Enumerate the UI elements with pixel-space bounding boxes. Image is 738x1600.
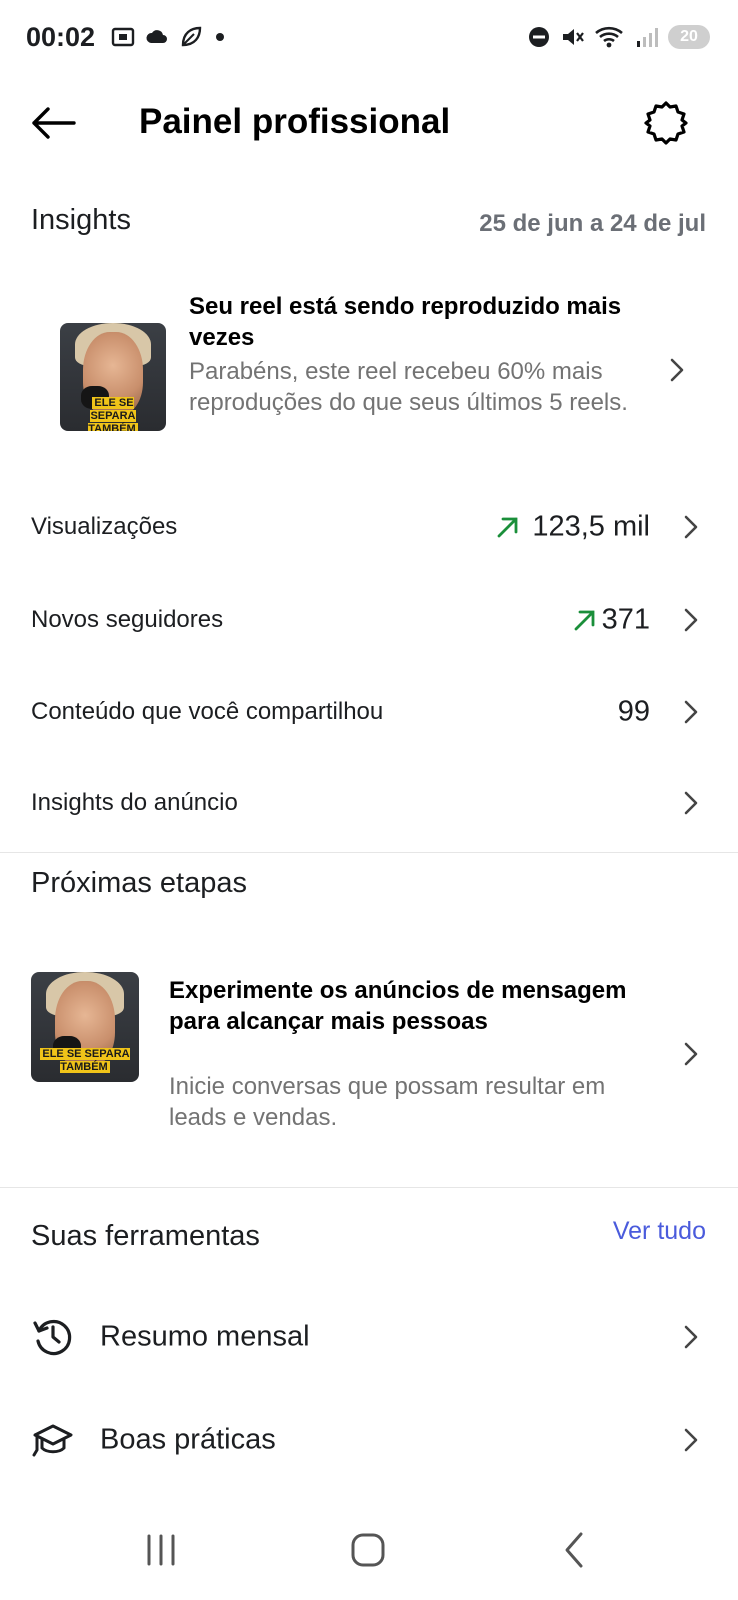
status-bar: 00:02 20 [0,0,738,80]
section-divider [0,1187,738,1188]
chevron-right-icon [684,608,698,632]
date-range[interactable]: 25 de jun a 24 de jul [479,210,706,238]
tool-row-best-practices[interactable]: Boas práticas [0,1390,738,1490]
signal-icon [637,28,658,47]
do-not-disturb-icon [529,27,549,47]
system-nav-bar [0,1500,738,1600]
metric-row-views[interactable]: Visualizações 123,5 mil [0,482,738,572]
tool-label: Resumo mensal [100,1320,310,1353]
history-clock-icon [33,1319,72,1356]
screenshot-icon [111,27,135,47]
leaf-icon [181,26,202,47]
trend-up-icon [497,517,518,538]
next-step-card[interactable]: ELE SE SEPARA TAMBÉM Experimente os anún… [0,960,738,1140]
tool-row-monthly-summary[interactable]: Resumo mensal [0,1287,738,1387]
back-icon [565,1532,583,1568]
nav-back-button[interactable] [545,1528,605,1572]
metric-row-ad-insights[interactable]: Insights do anúncio [0,758,738,848]
page-title: Painel profissional [139,102,451,141]
next-step-thumbnail: ELE SE SEPARA TAMBÉM [31,972,139,1082]
home-icon [351,1533,385,1567]
settings-button[interactable] [642,99,690,147]
status-right-icons: 20 [526,24,710,50]
reel-thumbnail: ELE SE SEPARA TAMBÉM [60,323,166,431]
metric-label: Visualizações [31,513,178,540]
mute-icon [563,29,584,45]
next-steps-title: Próximas etapas [31,867,247,899]
wifi-icon [595,26,623,48]
next-step-card-description: Inicie conversas que possam resultar em … [169,1073,606,1131]
home-button[interactable] [338,1528,398,1572]
chevron-right-icon [684,1428,698,1452]
dot-icon [216,33,224,41]
chevron-right-icon [670,358,684,382]
gear-icon [644,101,688,145]
arrow-left-icon [32,107,76,139]
chevron-right-icon [684,700,698,724]
next-step-card-title: Experimente os anúncios de mensagem para… [169,977,627,1035]
section-divider [0,852,738,853]
graduation-cap-icon [32,1424,73,1457]
chevron-right-icon [684,1042,698,1066]
tool-label: Boas práticas [100,1423,276,1456]
recent-apps-button[interactable] [131,1528,191,1572]
battery-indicator: 20 [668,25,710,49]
status-time: 00:02 [26,22,96,52]
metric-label: Novos seguidores [31,606,224,633]
thumb-caption: ELE SE SEPARA TAMBÉM [40,1048,130,1073]
metric-value: 371 [601,603,650,636]
status-left-icons [110,24,228,50]
metric-row-new-followers[interactable]: Novos seguidores 371 [0,575,738,665]
reel-highlight-card[interactable]: ELE SE SEPARA TAMBÉM Seu reel está sendo… [0,283,738,458]
header: Painel profissional [0,80,738,166]
see-all-link[interactable]: Ver tudo [613,1217,706,1246]
highlight-card-description: Parabéns, este reel recebeu 60% mais rep… [189,358,628,416]
metric-label: Conteúdo que você compartilhou [31,698,384,725]
chevron-right-icon [684,515,698,539]
tools-title: Suas ferramentas [31,1220,260,1252]
trend-up-icon [574,610,595,631]
chevron-right-icon [684,791,698,815]
metric-row-shared-content[interactable]: Conteúdo que você compartilhou 99 [0,667,738,757]
cloud-icon [146,30,167,43]
metric-label: Insights do anúncio [31,789,238,816]
recent-apps-icon [147,1534,175,1566]
insights-title: Insights [31,204,131,236]
metric-value: 99 [617,695,650,728]
back-button[interactable] [26,100,78,146]
highlight-card-title: Seu reel está sendo reproduzido mais vez… [189,293,622,351]
metric-value: 123,5 mil [532,510,650,543]
chevron-right-icon [684,1325,698,1349]
thumb-caption: ELE SE SEPARA TAMBÉM [88,397,138,431]
